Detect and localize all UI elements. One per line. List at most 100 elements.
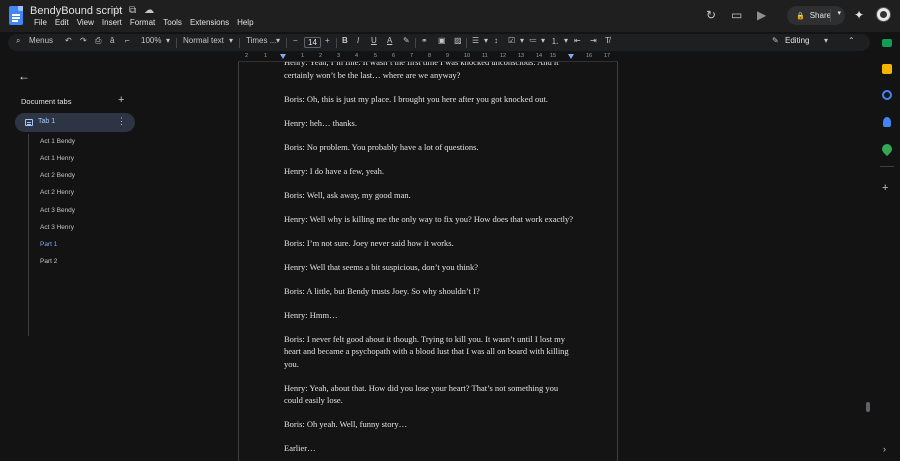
ruler-tick: 16 <box>586 53 593 59</box>
subtab-part-2[interactable]: Part 2 <box>40 258 57 265</box>
numbered-list-icon[interactable]: ⒈ <box>551 36 559 47</box>
menu-format[interactable]: Format <box>126 18 159 27</box>
version-history-icon[interactable]: ↻ <box>706 8 716 22</box>
search-icon[interactable]: ⌕ <box>16 36 20 46</box>
checklist-icon[interactable]: ☑ <box>508 36 515 45</box>
decrease-font-icon[interactable]: − <box>293 36 298 45</box>
add-tab-icon[interactable]: + <box>118 94 124 106</box>
menu-extensions[interactable]: Extensions <box>186 18 233 27</box>
paragraph[interactable]: Henry: I do have a few, yeah. <box>284 165 576 178</box>
subtab-act-1-henry[interactable]: Act 1 Henry <box>40 155 74 162</box>
paragraph[interactable]: Henry: heh… thanks. <box>284 117 576 130</box>
gemini-icon[interactable]: ✦ <box>854 8 864 22</box>
back-arrow-icon[interactable]: ← <box>18 69 30 83</box>
horizontal-ruler[interactable]: 2 1 1 2 3 4 5 6 7 8 9 10 11 12 13 14 15 … <box>238 53 618 62</box>
menu-tools[interactable]: Tools <box>159 18 186 27</box>
paragraph[interactable]: Boris: I’m not sure. Joey never said how… <box>284 237 576 250</box>
paragraph[interactable]: Henry: Yeah, about that. How did you los… <box>284 382 576 407</box>
meet-icon[interactable]: ▶ <box>757 8 766 22</box>
paragraph[interactable]: Henry: Well why is killing me the only w… <box>284 213 576 226</box>
bold-icon[interactable]: B <box>342 36 348 45</box>
align-icon[interactable]: ☰ <box>472 36 479 45</box>
calendar-icon[interactable] <box>882 39 892 47</box>
chevron-down-icon[interactable]: ▾ <box>837 9 841 17</box>
tasks-icon[interactable] <box>882 90 892 100</box>
ruler-tick: 14 <box>536 53 543 59</box>
subtab-act-2-bendy[interactable]: Act 2 Bendy <box>40 172 75 179</box>
ruler-tick: 12 <box>500 53 507 59</box>
scrollbar[interactable] <box>866 402 870 412</box>
clear-formatting-icon[interactable]: T̸ <box>605 36 610 45</box>
menu-file[interactable]: File <box>30 18 51 27</box>
document-title[interactable]: BendyBound script <box>30 5 122 17</box>
move-folder-icon[interactable]: ⧉ <box>129 5 136 16</box>
subtab-act-3-bendy[interactable]: Act 3 Bendy <box>40 207 75 214</box>
chevron-down-icon: ▾ <box>541 36 546 45</box>
font-size-input[interactable]: 14 <box>304 37 321 48</box>
undo-icon[interactable]: ↶ <box>65 36 72 45</box>
link-icon[interactable]: ⚭ <box>421 36 428 45</box>
paragraph[interactable]: Henry: Yeah, I’m fine. It wasn’t the fir… <box>284 62 576 81</box>
zoom-select[interactable]: 100% <box>141 36 161 45</box>
add-addon-icon[interactable]: + <box>882 182 888 194</box>
avatar[interactable] <box>876 7 891 22</box>
print-icon[interactable]: ⎙ <box>95 36 101 46</box>
right-indent-marker[interactable] <box>568 54 574 59</box>
comments-icon[interactable]: ▭ <box>731 8 742 22</box>
menu-insert[interactable]: Insert <box>98 18 126 27</box>
subtab-act-2-henry[interactable]: Act 2 Henry <box>40 189 74 196</box>
paragraph[interactable]: Boris: Well, ask away, my good man. <box>284 189 576 202</box>
redo-icon[interactable]: ↷ <box>80 36 87 45</box>
increase-indent-icon[interactable]: ⇥ <box>590 36 597 45</box>
underline-icon[interactable]: U <box>371 36 377 45</box>
add-comment-icon[interactable]: ▣ <box>438 36 446 45</box>
paragraph[interactable]: Henry: Hmm… <box>284 309 576 322</box>
docs-logo-icon[interactable] <box>9 6 23 25</box>
ruler-tick: 1 <box>264 53 268 59</box>
contacts-icon[interactable] <box>883 117 891 127</box>
paint-format-icon[interactable]: ⌐ <box>125 36 130 45</box>
left-indent-marker[interactable] <box>280 54 286 59</box>
increase-font-icon[interactable]: + <box>325 36 330 45</box>
share-button[interactable]: 🔒 Share ▾ <box>787 6 845 25</box>
menus-search[interactable]: Menus <box>29 36 53 45</box>
more-options-icon[interactable]: ⋮ <box>117 116 126 127</box>
subtab-part-1[interactable]: Part 1 <box>40 241 57 248</box>
highlight-icon[interactable]: ✎ <box>403 36 410 45</box>
paragraph[interactable]: Boris: A little, but Bendy trusts Joey. … <box>284 285 576 298</box>
style-select[interactable]: Normal text <box>183 36 224 45</box>
menu-edit[interactable]: Edit <box>51 18 73 27</box>
subtab-act-1-bendy[interactable]: Act 1 Bendy <box>40 138 75 145</box>
paragraph[interactable]: Boris: Oh, this is just my place. I brou… <box>284 93 576 106</box>
line-spacing-icon[interactable]: ↕ <box>494 36 498 45</box>
tab-1[interactable]: Tab 1 ⋮ <box>15 113 135 132</box>
paragraph[interactable]: Boris: No problem. You probably have a l… <box>284 141 576 154</box>
ruler-tick: 7 <box>410 53 414 59</box>
cloud-status-icon[interactable]: ☁ <box>144 5 154 16</box>
document-body[interactable]: Henry: Yeah, I’m fine. It wasn’t the fir… <box>284 62 576 461</box>
bulleted-list-icon[interactable]: ≔ <box>529 36 537 45</box>
text-color-icon[interactable]: A <box>387 36 392 45</box>
maps-icon[interactable] <box>879 141 895 157</box>
document-tabs-panel: ← Document tabs + Tab 1 ⋮ Act 1 Bendy Ac… <box>0 62 238 461</box>
paragraph[interactable]: Henry: Well that seems a bit suspicious,… <box>284 261 576 274</box>
insert-image-icon[interactable]: ▨ <box>454 36 462 45</box>
paragraph[interactable]: Boris: Oh yeah. Well, funny story… <box>284 418 576 431</box>
ruler-tick: 11 <box>482 53 488 59</box>
chevron-right-icon[interactable]: › <box>883 444 886 454</box>
menu-help[interactable]: Help <box>233 18 257 27</box>
star-icon[interactable]: ☆ <box>112 5 121 16</box>
chevron-down-icon: ▾ <box>520 36 525 45</box>
subtab-act-3-henry[interactable]: Act 3 Henry <box>40 224 74 231</box>
document-page[interactable]: Henry: Yeah, I’m fine. It wasn’t the fir… <box>238 62 618 461</box>
font-select[interactable]: Times ... <box>246 36 276 45</box>
paragraph[interactable]: Earlier… <box>284 442 576 455</box>
italic-icon[interactable]: I <box>357 36 359 45</box>
keep-icon[interactable] <box>882 64 892 74</box>
menu-view[interactable]: View <box>73 18 98 27</box>
collapse-menus-icon[interactable]: ⌃ <box>848 36 855 45</box>
paragraph[interactable]: Boris: I never felt good about it though… <box>284 333 576 371</box>
spellcheck-icon[interactable]: ǎ <box>110 36 114 45</box>
decrease-indent-icon[interactable]: ⇤ <box>574 36 581 45</box>
mode-select[interactable]: Editing <box>785 36 809 45</box>
